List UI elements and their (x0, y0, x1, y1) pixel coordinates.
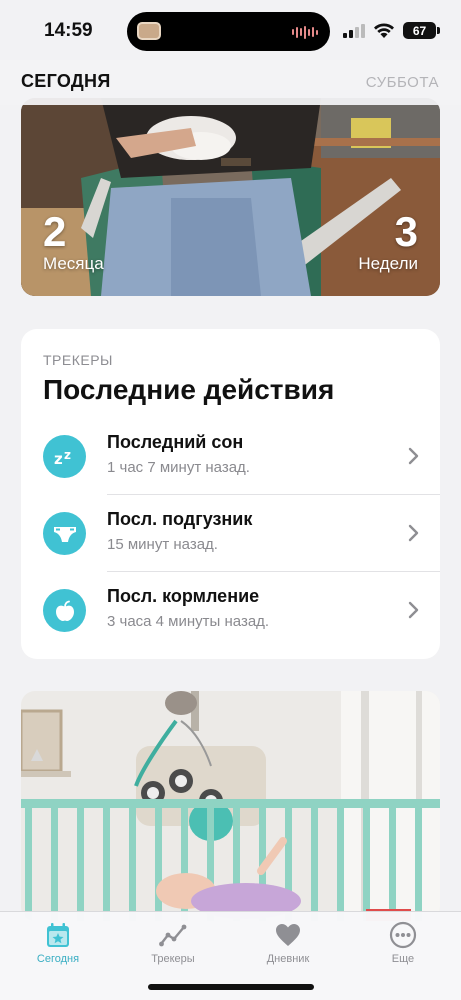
tracker-row-diaper[interactable]: Посл. подгузник 15 минут назад. (21, 494, 440, 572)
trackers-card: ТРЕКЕРЫ Последние действия z z Последний… (21, 329, 440, 659)
svg-text:z: z (64, 448, 71, 462)
day-of-week: СУББОТА (365, 74, 439, 91)
baby-crib-photo (21, 691, 440, 921)
wifi-icon (374, 23, 394, 38)
tracker-row-sleep[interactable]: z z Последний сон 1 час 7 минут назад. (21, 417, 440, 495)
heart-icon (243, 920, 333, 950)
tab-label: Дневник (266, 953, 310, 965)
section-title: Последние действия (43, 374, 335, 405)
tab-trackers[interactable]: Трекеры (128, 920, 218, 965)
tab-label: Еще (391, 953, 415, 965)
section-label: ТРЕКЕРЫ (43, 352, 113, 368)
chevron-right-icon (408, 601, 419, 619)
tab-label: Сегодня (36, 953, 80, 965)
audio-wave-icon (292, 25, 318, 39)
tracker-subtitle: 15 минут назад. (107, 536, 218, 553)
dynamic-island[interactable] (127, 12, 330, 51)
baby-age-card[interactable]: 2 Месяца 3 Недели (21, 98, 440, 296)
weeks-label: Недели (358, 254, 418, 273)
sleep-zz-icon: z z (43, 435, 86, 478)
calendar-star-icon (13, 920, 103, 950)
tracker-row-feeding[interactable]: Посл. кормление 3 часа 4 минуты назад. (21, 571, 440, 649)
apple-icon (43, 589, 86, 632)
tab-today[interactable]: Сегодня (13, 920, 103, 965)
weeks-count: 3 (394, 208, 418, 255)
status-time: 14:59 (44, 20, 93, 41)
chevron-right-icon (408, 524, 419, 542)
tracker-title: Последний сон (107, 432, 244, 452)
nav-header: СЕГОДНЯ СУББОТА (0, 60, 461, 105)
tracker-title: Посл. кормление (107, 586, 260, 606)
months-label: Месяца (43, 254, 104, 273)
tracker-title: Посл. подгузник (107, 509, 253, 529)
tab-more[interactable]: Еще (358, 920, 448, 965)
more-dots-icon (358, 920, 448, 950)
nursery-photo-card[interactable] (21, 691, 440, 921)
tracker-subtitle: 3 часа 4 минуты назад. (107, 613, 270, 630)
cellular-signal-icon (343, 24, 365, 38)
tab-label: Трекеры (151, 953, 195, 965)
tab-diary[interactable]: Дневник (243, 920, 333, 965)
tracker-subtitle: 1 час 7 минут назад. (107, 459, 250, 476)
page-title: СЕГОДНЯ (21, 71, 111, 91)
home-indicator[interactable] (148, 984, 314, 990)
media-thumbnail (137, 22, 161, 40)
age-months-stat: 2 Месяца (43, 210, 104, 274)
months-count: 2 (43, 208, 67, 255)
diaper-icon (43, 512, 86, 555)
age-weeks-stat: 3 Недели (358, 210, 418, 274)
svg-text:z: z (54, 450, 63, 467)
trend-line-icon (128, 920, 218, 950)
status-bar: 14:59 67 (0, 0, 461, 60)
chevron-right-icon (408, 447, 419, 465)
battery-cap (437, 27, 440, 34)
battery-indicator: 67 (403, 22, 436, 39)
